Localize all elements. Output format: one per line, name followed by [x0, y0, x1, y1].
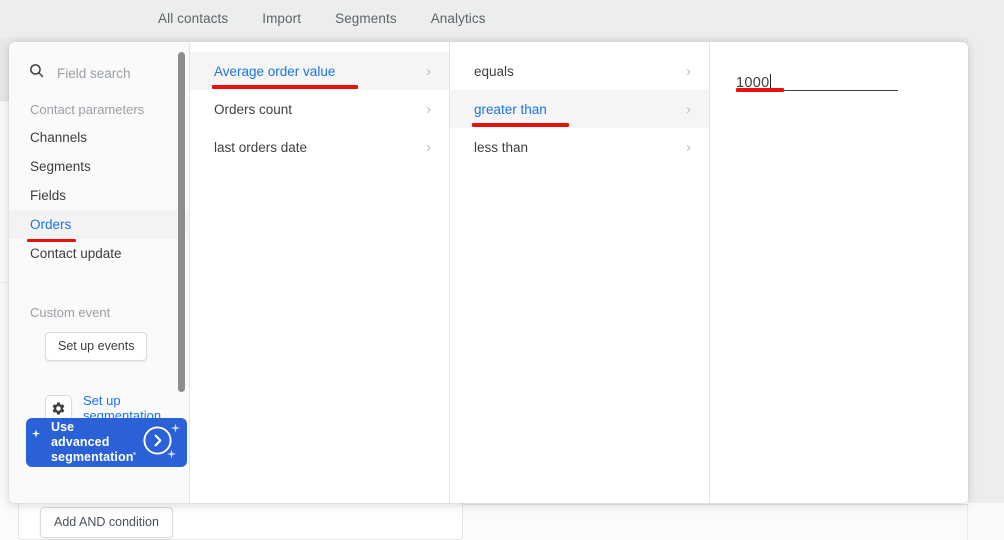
screen-root: All contacts Import Segments Analytics A…: [0, 0, 1004, 540]
sparkle-icon: [166, 447, 177, 465]
use-advanced-segmentation-label: Use advanced segmentation: [51, 420, 134, 464]
value-input-wrapper[interactable]: 1000: [710, 52, 967, 92]
tab-import[interactable]: Import: [262, 11, 301, 26]
list-item-equals[interactable]: equals ›: [450, 52, 709, 90]
chevron-right-icon: ›: [686, 138, 691, 156]
tab-analytics[interactable]: Analytics: [431, 11, 486, 26]
annotation-underline-value: [736, 88, 784, 92]
use-advanced-segmentation-button[interactable]: Use advanced segmentation: [26, 418, 187, 467]
sidebar-item-label: Channels: [30, 130, 88, 145]
list-item-label: equals: [474, 63, 514, 79]
chevron-right-icon: ›: [686, 62, 691, 80]
sidebar-item-label: Orders: [30, 217, 72, 232]
list-item-last-orders-date[interactable]: last orders date ›: [190, 128, 449, 166]
chevron-right-icon: ›: [426, 100, 431, 118]
sidebar-scrollbar-thumb[interactable]: [178, 52, 185, 392]
sidebar-scrollbar[interactable]: [178, 52, 185, 397]
column-fields: Average order value › Orders count › las…: [190, 42, 450, 503]
sidebar-item-channels[interactable]: Channels: [9, 123, 189, 152]
list-item-average-order-value[interactable]: Average order value ›: [190, 52, 449, 90]
sidebar-item-label: Contact update: [30, 246, 122, 261]
field-search-placeholder: Field search: [57, 65, 131, 81]
annotation-underline-average-order-value: [212, 85, 358, 89]
dot-icon: [133, 452, 136, 455]
sidebar-item-label: Fields: [30, 188, 67, 203]
column-value: 1000: [710, 42, 967, 503]
list-item-less-than[interactable]: less than ›: [450, 128, 709, 166]
sidebar-item-contact-update[interactable]: Contact update: [9, 239, 189, 268]
sidebar-item-orders[interactable]: Orders: [9, 210, 189, 242]
list-item-label: Orders count: [214, 101, 293, 117]
list-item-label: less than: [474, 139, 529, 155]
list-item-label: greater than: [474, 101, 547, 117]
add-and-condition-button[interactable]: Add AND condition: [40, 507, 173, 538]
annotation-underline-greater-than: [472, 123, 569, 127]
popup-sidebar: Field search Contact parameters Channels…: [9, 42, 190, 503]
field-selector-popup: Field search Contact parameters Channels…: [9, 42, 968, 503]
top-navigation: All contacts Import Segments Analytics: [0, 0, 1004, 37]
top-navigation-tabs: All contacts Import Segments Analytics: [158, 11, 486, 26]
search-icon: [28, 62, 45, 84]
list-item-greater-than[interactable]: greater than ›: [450, 90, 709, 128]
sidebar-custom-event-label: Custom event: [30, 305, 111, 320]
chevron-right-icon: ›: [426, 138, 431, 156]
sparkle-icon: [170, 421, 181, 439]
chevron-right-icon: ›: [686, 100, 691, 118]
field-search-input[interactable]: Field search: [9, 56, 189, 90]
list-item-orders-count[interactable]: Orders count ›: [190, 90, 449, 128]
chevron-right-icon: ›: [426, 62, 431, 80]
list-item-label: Average order value: [214, 63, 336, 79]
sidebar-item-label: Segments: [30, 159, 91, 174]
tab-all-contacts[interactable]: All contacts: [158, 11, 228, 26]
sidebar-group-label: Contact parameters: [30, 102, 145, 117]
setup-events-button[interactable]: Set up events: [45, 332, 148, 361]
list-item-label: last orders date: [214, 139, 308, 155]
sidebar-item-segments[interactable]: Segments: [9, 152, 189, 181]
column-operators: equals › greater than › less than ›: [450, 42, 710, 503]
sparkle-icon: [31, 426, 41, 444]
tab-segments[interactable]: Segments: [335, 11, 397, 26]
sidebar-item-fields[interactable]: Fields: [9, 181, 189, 210]
